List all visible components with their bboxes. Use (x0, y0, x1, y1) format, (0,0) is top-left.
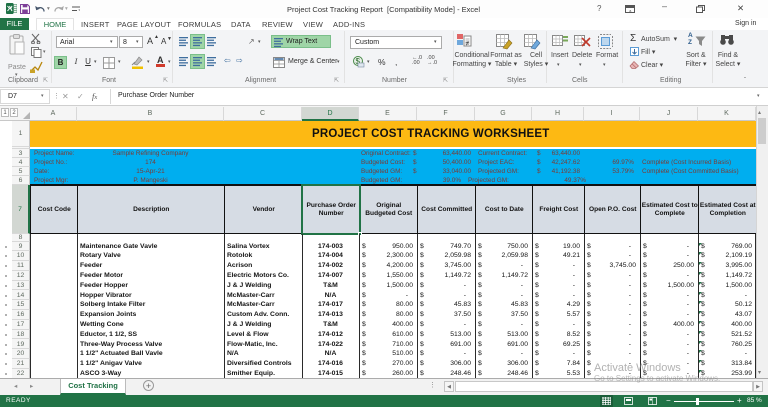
svg-text:≠: ≠ (466, 41, 470, 48)
